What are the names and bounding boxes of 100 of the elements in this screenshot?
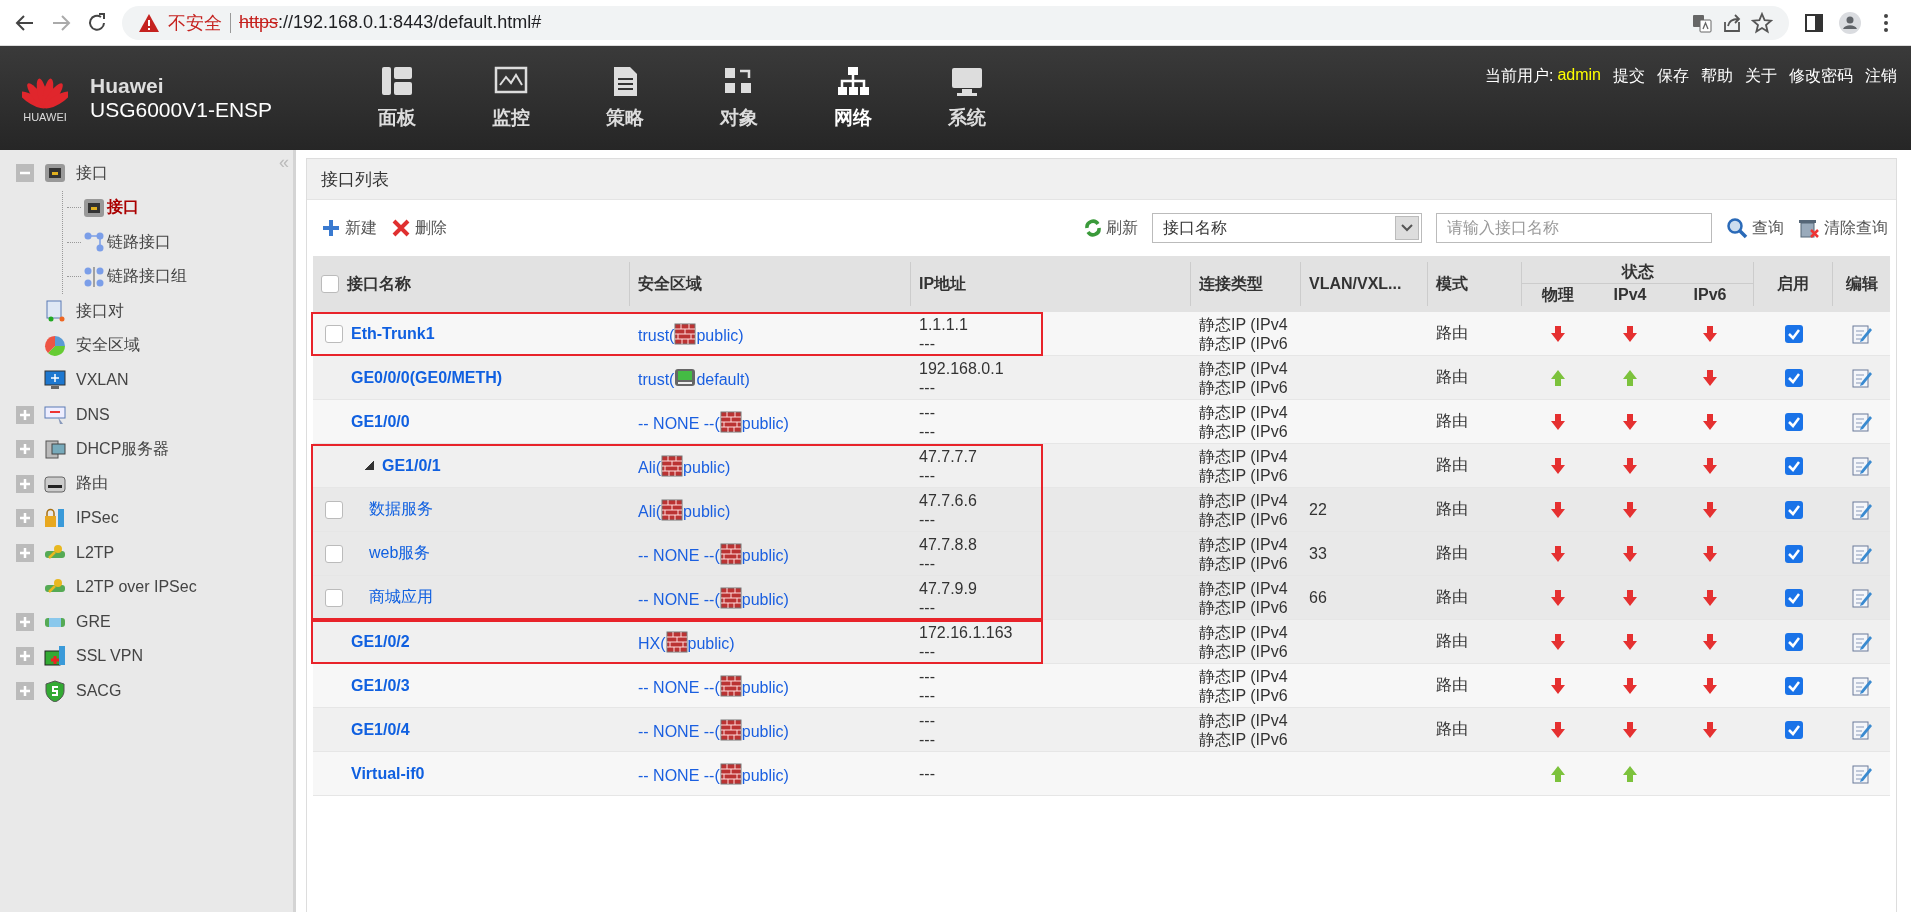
nav-tab[interactable]: 网络 <box>796 46 910 150</box>
interface-name-link[interactable]: GE1/0/4 <box>351 720 410 739</box>
zone-link[interactable]: trust( default) <box>638 366 750 389</box>
edit-icon[interactable] <box>1850 762 1873 785</box>
sidebar-item[interactable]: VXLAN <box>76 371 129 390</box>
sidebar-item[interactable]: 接口 <box>107 197 139 219</box>
zone-link[interactable]: HX( public) <box>638 630 735 653</box>
new-button[interactable]: 新建 <box>321 217 377 239</box>
clear-query-button[interactable]: 清除查询 <box>1798 217 1888 239</box>
sidebar-item[interactable]: IPSec <box>76 509 119 528</box>
refresh-button[interactable]: 刷新 <box>1084 217 1138 239</box>
zone-link[interactable]: -- NONE --( public) <box>638 762 789 785</box>
row-checkbox[interactable] <box>325 544 343 563</box>
sidebar-item[interactable]: L2TP over IPSec <box>76 578 197 597</box>
enable-checkbox[interactable] <box>1784 368 1803 387</box>
interface-name-link[interactable]: Eth-Trunk1 <box>351 324 435 343</box>
address-bar[interactable]: 不安全 https://192.168.0.1:8443/default.html# <box>122 5 1789 40</box>
zone-link[interactable]: -- NONE --( public) <box>638 542 789 565</box>
sidebar-item[interactable]: DNS <box>76 405 110 424</box>
zone-link[interactable]: -- NONE --( public) <box>638 410 789 433</box>
nav-tab[interactable]: 面板 <box>340 46 454 150</box>
header-link[interactable]: 修改密码 <box>1789 66 1853 87</box>
zone-link[interactable]: trust( public) <box>638 322 744 345</box>
sidebar-item[interactable]: L2TP <box>76 543 115 562</box>
zone-link[interactable]: Ali( public) <box>638 454 731 477</box>
header-link[interactable]: 关于 <box>1745 66 1777 87</box>
enable-checkbox[interactable] <box>1784 412 1803 431</box>
enable-checkbox[interactable] <box>1784 720 1803 739</box>
filter-dropdown[interactable]: 接口名称 <box>1152 213 1422 243</box>
enable-checkbox[interactable] <box>1784 456 1803 475</box>
dropdown-caret-icon[interactable] <box>1395 216 1419 240</box>
expand-icon[interactable] <box>16 681 34 700</box>
sidebar-item[interactable]: SACG <box>76 681 122 700</box>
interface-name-link[interactable]: GE1/0/1 <box>382 456 441 475</box>
enable-checkbox[interactable] <box>1784 324 1803 343</box>
header-link[interactable]: 保存 <box>1657 66 1689 87</box>
interface-name-link[interactable]: GE1/0/3 <box>351 676 410 695</box>
edit-icon[interactable] <box>1850 322 1873 345</box>
nav-tab[interactable]: 系统 <box>910 46 1024 150</box>
expand-icon[interactable] <box>16 474 34 493</box>
interface-name-link[interactable]: 数据服务 <box>351 499 433 520</box>
edit-icon[interactable] <box>1850 366 1873 389</box>
nav-tab[interactable]: 对象 <box>682 46 796 150</box>
header-link[interactable]: 注销 <box>1865 66 1897 87</box>
reload-icon[interactable] <box>86 11 108 34</box>
select-all-checkbox[interactable] <box>321 275 339 293</box>
sidebar-item[interactable]: 接口 <box>76 162 108 184</box>
interface-name-link[interactable]: web服务 <box>351 543 431 564</box>
interface-name-link[interactable]: GE1/0/0 <box>351 412 410 431</box>
expand-icon[interactable] <box>16 612 34 631</box>
star-icon[interactable] <box>1751 11 1773 34</box>
expand-icon[interactable] <box>16 543 34 562</box>
interface-name-link[interactable]: GE1/0/2 <box>351 632 410 651</box>
expand-icon[interactable] <box>16 405 34 424</box>
triangle-icon[interactable] <box>365 461 374 470</box>
row-checkbox[interactable] <box>325 588 343 607</box>
share-icon[interactable] <box>1721 11 1743 34</box>
sidebar-item[interactable]: 路由 <box>76 473 108 495</box>
nav-tab[interactable]: 监控 <box>454 46 568 150</box>
sidebar-item[interactable]: 接口对 <box>76 300 124 322</box>
interface-name-link[interactable]: Virtual-if0 <box>351 764 425 783</box>
collapse-icon[interactable] <box>16 164 34 183</box>
nav-tab[interactable]: 策略 <box>568 46 682 150</box>
expand-icon[interactable] <box>16 647 34 666</box>
expand-icon[interactable] <box>16 440 34 459</box>
profile-icon[interactable] <box>1839 11 1861 34</box>
sidebar-item[interactable]: 链路接口组 <box>107 266 187 288</box>
enable-checkbox[interactable] <box>1784 500 1803 519</box>
row-checkbox[interactable] <box>325 500 343 519</box>
delete-button[interactable]: 删除 <box>391 217 447 239</box>
sidebar-item[interactable]: 安全区域 <box>76 335 140 357</box>
interface-name-link[interactable]: 商城应用 <box>351 587 433 608</box>
zone-link[interactable]: -- NONE --( public) <box>638 718 789 741</box>
interface-name-link[interactable]: GE0/0/0(GE0/METH) <box>351 368 503 387</box>
edit-icon[interactable] <box>1850 630 1873 653</box>
query-button[interactable]: 查询 <box>1726 217 1784 239</box>
search-field[interactable]: 请输入接口名称 <box>1436 213 1712 243</box>
sidebar-item[interactable]: SSL VPN <box>76 647 143 666</box>
sidebar-item[interactable]: DHCP服务器 <box>76 438 170 460</box>
zone-link[interactable]: Ali( public) <box>638 498 731 521</box>
header-link[interactable]: 提交 <box>1613 66 1645 87</box>
row-checkbox[interactable] <box>325 324 343 343</box>
enable-checkbox[interactable] <box>1784 588 1803 607</box>
sidebar-icon[interactable] <box>1803 11 1825 34</box>
header-link[interactable]: 帮助 <box>1701 66 1733 87</box>
edit-icon[interactable] <box>1850 454 1873 477</box>
enable-checkbox[interactable] <box>1784 676 1803 695</box>
sidebar-item[interactable]: 链路接口 <box>107 231 171 253</box>
edit-icon[interactable] <box>1850 718 1873 741</box>
enable-checkbox[interactable] <box>1784 632 1803 651</box>
enable-checkbox[interactable] <box>1784 544 1803 563</box>
edit-icon[interactable] <box>1850 542 1873 565</box>
edit-icon[interactable] <box>1850 674 1873 697</box>
zone-link[interactable]: -- NONE --( public) <box>638 674 789 697</box>
expand-icon[interactable] <box>16 509 34 528</box>
edit-icon[interactable] <box>1850 410 1873 433</box>
edit-icon[interactable] <box>1850 586 1873 609</box>
edit-icon[interactable] <box>1850 498 1873 521</box>
zone-link[interactable]: -- NONE --( public) <box>638 586 789 609</box>
sidebar-item[interactable]: GRE <box>76 612 111 631</box>
